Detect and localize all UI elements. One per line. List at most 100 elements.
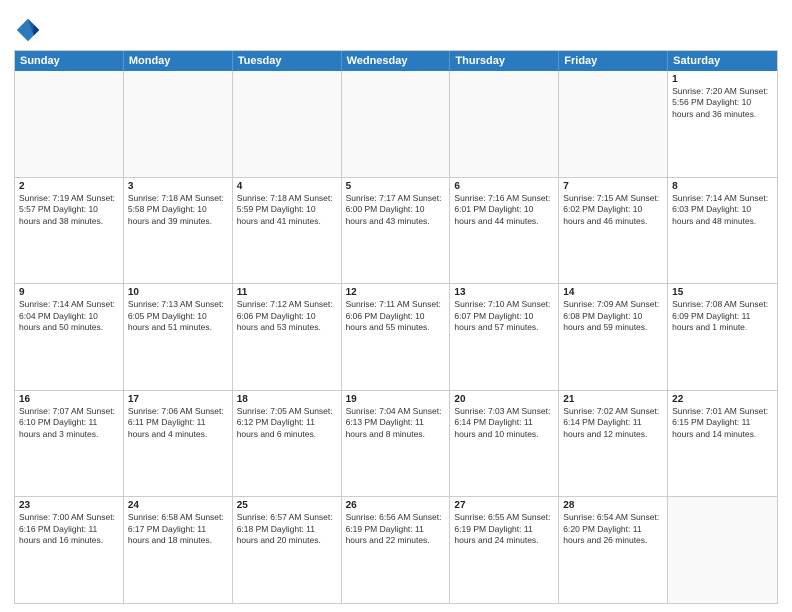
day-info: Sunrise: 6:55 AM Sunset: 6:19 PM Dayligh…	[454, 512, 554, 546]
day-info: Sunrise: 6:58 AM Sunset: 6:17 PM Dayligh…	[128, 512, 228, 546]
day-info: Sunrise: 7:09 AM Sunset: 6:08 PM Dayligh…	[563, 299, 663, 333]
header-cell-sunday: Sunday	[15, 51, 124, 71]
calendar-cell: 17Sunrise: 7:06 AM Sunset: 6:11 PM Dayli…	[124, 391, 233, 497]
calendar-cell: 15Sunrise: 7:08 AM Sunset: 6:09 PM Dayli…	[668, 284, 777, 390]
calendar-cell: 16Sunrise: 7:07 AM Sunset: 6:10 PM Dayli…	[15, 391, 124, 497]
day-number: 7	[563, 181, 663, 192]
day-number: 10	[128, 287, 228, 298]
day-info: Sunrise: 7:12 AM Sunset: 6:06 PM Dayligh…	[237, 299, 337, 333]
day-number: 28	[563, 500, 663, 511]
day-number: 6	[454, 181, 554, 192]
page: SundayMondayTuesdayWednesdayThursdayFrid…	[0, 0, 792, 612]
day-number: 19	[346, 394, 446, 405]
day-info: Sunrise: 7:05 AM Sunset: 6:12 PM Dayligh…	[237, 406, 337, 440]
calendar-cell: 4Sunrise: 7:18 AM Sunset: 5:59 PM Daylig…	[233, 178, 342, 284]
day-info: Sunrise: 7:19 AM Sunset: 5:57 PM Dayligh…	[19, 193, 119, 227]
calendar-cell: 12Sunrise: 7:11 AM Sunset: 6:06 PM Dayli…	[342, 284, 451, 390]
day-number: 22	[672, 394, 773, 405]
day-number: 1	[672, 74, 773, 85]
calendar-cell: 20Sunrise: 7:03 AM Sunset: 6:14 PM Dayli…	[450, 391, 559, 497]
day-number: 26	[346, 500, 446, 511]
calendar-cell: 1Sunrise: 7:20 AM Sunset: 5:56 PM Daylig…	[668, 71, 777, 177]
calendar-cell: 23Sunrise: 7:00 AM Sunset: 6:16 PM Dayli…	[15, 497, 124, 603]
day-number: 27	[454, 500, 554, 511]
header-cell-friday: Friday	[559, 51, 668, 71]
calendar-cell: 19Sunrise: 7:04 AM Sunset: 6:13 PM Dayli…	[342, 391, 451, 497]
day-number: 24	[128, 500, 228, 511]
day-number: 20	[454, 394, 554, 405]
day-number: 4	[237, 181, 337, 192]
header-cell-monday: Monday	[124, 51, 233, 71]
day-info: Sunrise: 6:56 AM Sunset: 6:19 PM Dayligh…	[346, 512, 446, 546]
calendar-cell	[233, 71, 342, 177]
header-cell-saturday: Saturday	[668, 51, 777, 71]
day-info: Sunrise: 7:14 AM Sunset: 6:03 PM Dayligh…	[672, 193, 773, 227]
calendar-cell: 27Sunrise: 6:55 AM Sunset: 6:19 PM Dayli…	[450, 497, 559, 603]
day-info: Sunrise: 7:02 AM Sunset: 6:14 PM Dayligh…	[563, 406, 663, 440]
day-info: Sunrise: 7:20 AM Sunset: 5:56 PM Dayligh…	[672, 86, 773, 120]
logo-icon	[14, 16, 42, 44]
day-info: Sunrise: 7:18 AM Sunset: 5:58 PM Dayligh…	[128, 193, 228, 227]
calendar-cell: 25Sunrise: 6:57 AM Sunset: 6:18 PM Dayli…	[233, 497, 342, 603]
day-number: 16	[19, 394, 119, 405]
day-info: Sunrise: 6:57 AM Sunset: 6:18 PM Dayligh…	[237, 512, 337, 546]
day-number: 17	[128, 394, 228, 405]
day-number: 14	[563, 287, 663, 298]
calendar-week-0: 1Sunrise: 7:20 AM Sunset: 5:56 PM Daylig…	[15, 71, 777, 177]
day-number: 12	[346, 287, 446, 298]
day-info: Sunrise: 7:16 AM Sunset: 6:01 PM Dayligh…	[454, 193, 554, 227]
header	[14, 12, 778, 44]
calendar-cell: 6Sunrise: 7:16 AM Sunset: 6:01 PM Daylig…	[450, 178, 559, 284]
calendar: SundayMondayTuesdayWednesdayThursdayFrid…	[14, 50, 778, 604]
logo	[14, 16, 46, 44]
day-info: Sunrise: 7:13 AM Sunset: 6:05 PM Dayligh…	[128, 299, 228, 333]
day-number: 13	[454, 287, 554, 298]
calendar-cell	[559, 71, 668, 177]
day-info: Sunrise: 7:04 AM Sunset: 6:13 PM Dayligh…	[346, 406, 446, 440]
calendar-week-4: 23Sunrise: 7:00 AM Sunset: 6:16 PM Dayli…	[15, 496, 777, 603]
calendar-cell: 18Sunrise: 7:05 AM Sunset: 6:12 PM Dayli…	[233, 391, 342, 497]
day-info: Sunrise: 7:17 AM Sunset: 6:00 PM Dayligh…	[346, 193, 446, 227]
day-info: Sunrise: 7:11 AM Sunset: 6:06 PM Dayligh…	[346, 299, 446, 333]
day-number: 3	[128, 181, 228, 192]
day-number: 2	[19, 181, 119, 192]
day-info: Sunrise: 7:06 AM Sunset: 6:11 PM Dayligh…	[128, 406, 228, 440]
header-cell-thursday: Thursday	[450, 51, 559, 71]
calendar-cell: 10Sunrise: 7:13 AM Sunset: 6:05 PM Dayli…	[124, 284, 233, 390]
calendar-cell: 24Sunrise: 6:58 AM Sunset: 6:17 PM Dayli…	[124, 497, 233, 603]
day-info: Sunrise: 7:03 AM Sunset: 6:14 PM Dayligh…	[454, 406, 554, 440]
day-number: 15	[672, 287, 773, 298]
day-number: 23	[19, 500, 119, 511]
calendar-cell: 28Sunrise: 6:54 AM Sunset: 6:20 PM Dayli…	[559, 497, 668, 603]
calendar-cell: 3Sunrise: 7:18 AM Sunset: 5:58 PM Daylig…	[124, 178, 233, 284]
day-info: Sunrise: 7:18 AM Sunset: 5:59 PM Dayligh…	[237, 193, 337, 227]
calendar-cell: 7Sunrise: 7:15 AM Sunset: 6:02 PM Daylig…	[559, 178, 668, 284]
day-info: Sunrise: 6:54 AM Sunset: 6:20 PM Dayligh…	[563, 512, 663, 546]
day-info: Sunrise: 7:15 AM Sunset: 6:02 PM Dayligh…	[563, 193, 663, 227]
day-info: Sunrise: 7:01 AM Sunset: 6:15 PM Dayligh…	[672, 406, 773, 440]
calendar-cell	[342, 71, 451, 177]
day-info: Sunrise: 7:07 AM Sunset: 6:10 PM Dayligh…	[19, 406, 119, 440]
calendar-cell: 26Sunrise: 6:56 AM Sunset: 6:19 PM Dayli…	[342, 497, 451, 603]
calendar-cell: 22Sunrise: 7:01 AM Sunset: 6:15 PM Dayli…	[668, 391, 777, 497]
day-number: 11	[237, 287, 337, 298]
day-info: Sunrise: 7:00 AM Sunset: 6:16 PM Dayligh…	[19, 512, 119, 546]
header-cell-wednesday: Wednesday	[342, 51, 451, 71]
day-info: Sunrise: 7:14 AM Sunset: 6:04 PM Dayligh…	[19, 299, 119, 333]
calendar-cell: 8Sunrise: 7:14 AM Sunset: 6:03 PM Daylig…	[668, 178, 777, 284]
day-number: 18	[237, 394, 337, 405]
day-number: 21	[563, 394, 663, 405]
calendar-cell	[124, 71, 233, 177]
header-cell-tuesday: Tuesday	[233, 51, 342, 71]
calendar-cell: 2Sunrise: 7:19 AM Sunset: 5:57 PM Daylig…	[15, 178, 124, 284]
day-number: 5	[346, 181, 446, 192]
calendar-cell	[450, 71, 559, 177]
calendar-week-3: 16Sunrise: 7:07 AM Sunset: 6:10 PM Dayli…	[15, 390, 777, 497]
calendar-cell: 14Sunrise: 7:09 AM Sunset: 6:08 PM Dayli…	[559, 284, 668, 390]
day-number: 9	[19, 287, 119, 298]
calendar-cell	[15, 71, 124, 177]
calendar-week-2: 9Sunrise: 7:14 AM Sunset: 6:04 PM Daylig…	[15, 283, 777, 390]
calendar-cell: 11Sunrise: 7:12 AM Sunset: 6:06 PM Dayli…	[233, 284, 342, 390]
calendar-body: 1Sunrise: 7:20 AM Sunset: 5:56 PM Daylig…	[15, 71, 777, 603]
calendar-cell: 9Sunrise: 7:14 AM Sunset: 6:04 PM Daylig…	[15, 284, 124, 390]
